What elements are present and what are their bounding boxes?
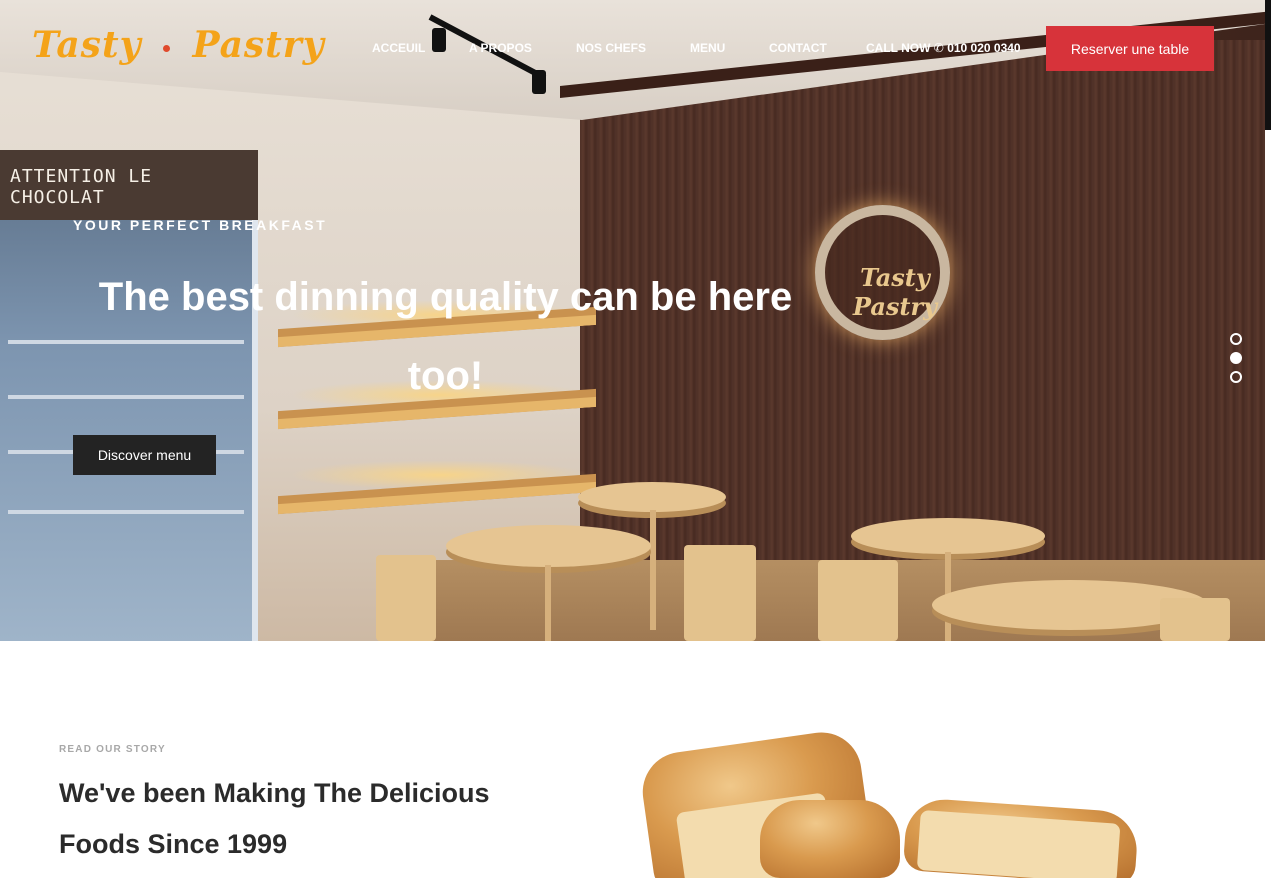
cafe-table [578,482,726,512]
cafe-chair [684,545,756,641]
slider-pagination [1230,333,1242,390]
hero-title-line: too! [407,354,484,398]
nav-item-acceuil[interactable]: ACCEUIL [372,41,425,55]
nav-item-a-propos[interactable]: A PROPOS [469,41,532,55]
wall-logo-text: Tasty Pastry [852,263,938,321]
slider-dot-2[interactable] [1230,352,1242,364]
cafe-table [851,518,1045,554]
discover-menu-button[interactable]: Discover menu [73,435,216,475]
spotlight [432,28,446,52]
story-eyebrow: READ OUR STORY [59,744,166,755]
bread-image [760,800,900,878]
story-title: We've been Making The Delicious Foods Si… [59,768,579,870]
call-now-link[interactable]: CALL NOW ✆ 010 020 0340 [866,41,1021,55]
cafe-chair [818,560,898,641]
nav-item-contact[interactable]: CONTACT [769,41,827,55]
fridge-sign: ATTENTION LE CHOCOLAT [0,150,258,220]
hero-slider: ATTENTION LE CHOCOLAT Tasty Pastry YOUR … [0,0,1265,641]
cafe-chair [1160,598,1230,641]
hero-title: The best dinning quality can be here too… [73,258,818,416]
phone-number: 010 020 0340 [947,41,1021,55]
story-title-line: We've been Making The Delicious [59,778,490,808]
logo-word-tasty: Tasty [32,24,142,66]
spotlight [532,70,546,94]
logo-word-pastry: Pastry [192,24,325,66]
logo-dot-icon [163,44,171,52]
nav-item-menu[interactable]: MENU [690,41,725,55]
cafe-chair [376,555,436,641]
hero-title-line: The best dinning quality can be here [98,275,793,319]
slider-dot-1[interactable] [1230,333,1242,345]
nav-item-nos-chefs[interactable]: NOS CHEFS [576,41,646,55]
site-logo[interactable]: Tasty Pastry [32,24,325,66]
phone-icon: ✆ [933,41,944,55]
bread-image [902,796,1140,878]
call-now-label: CALL NOW [866,41,931,55]
hero-eyebrow: YOUR PERFECT BREAKFAST [73,217,328,233]
cafe-table [446,525,651,567]
slider-dot-3[interactable] [1230,371,1242,383]
scrollbar[interactable] [1265,0,1271,130]
story-title-line: Foods Since 1999 [59,829,288,859]
wall-logo-sign: Tasty Pastry [815,205,950,340]
reserve-table-button[interactable]: Reserver une table [1046,26,1214,71]
